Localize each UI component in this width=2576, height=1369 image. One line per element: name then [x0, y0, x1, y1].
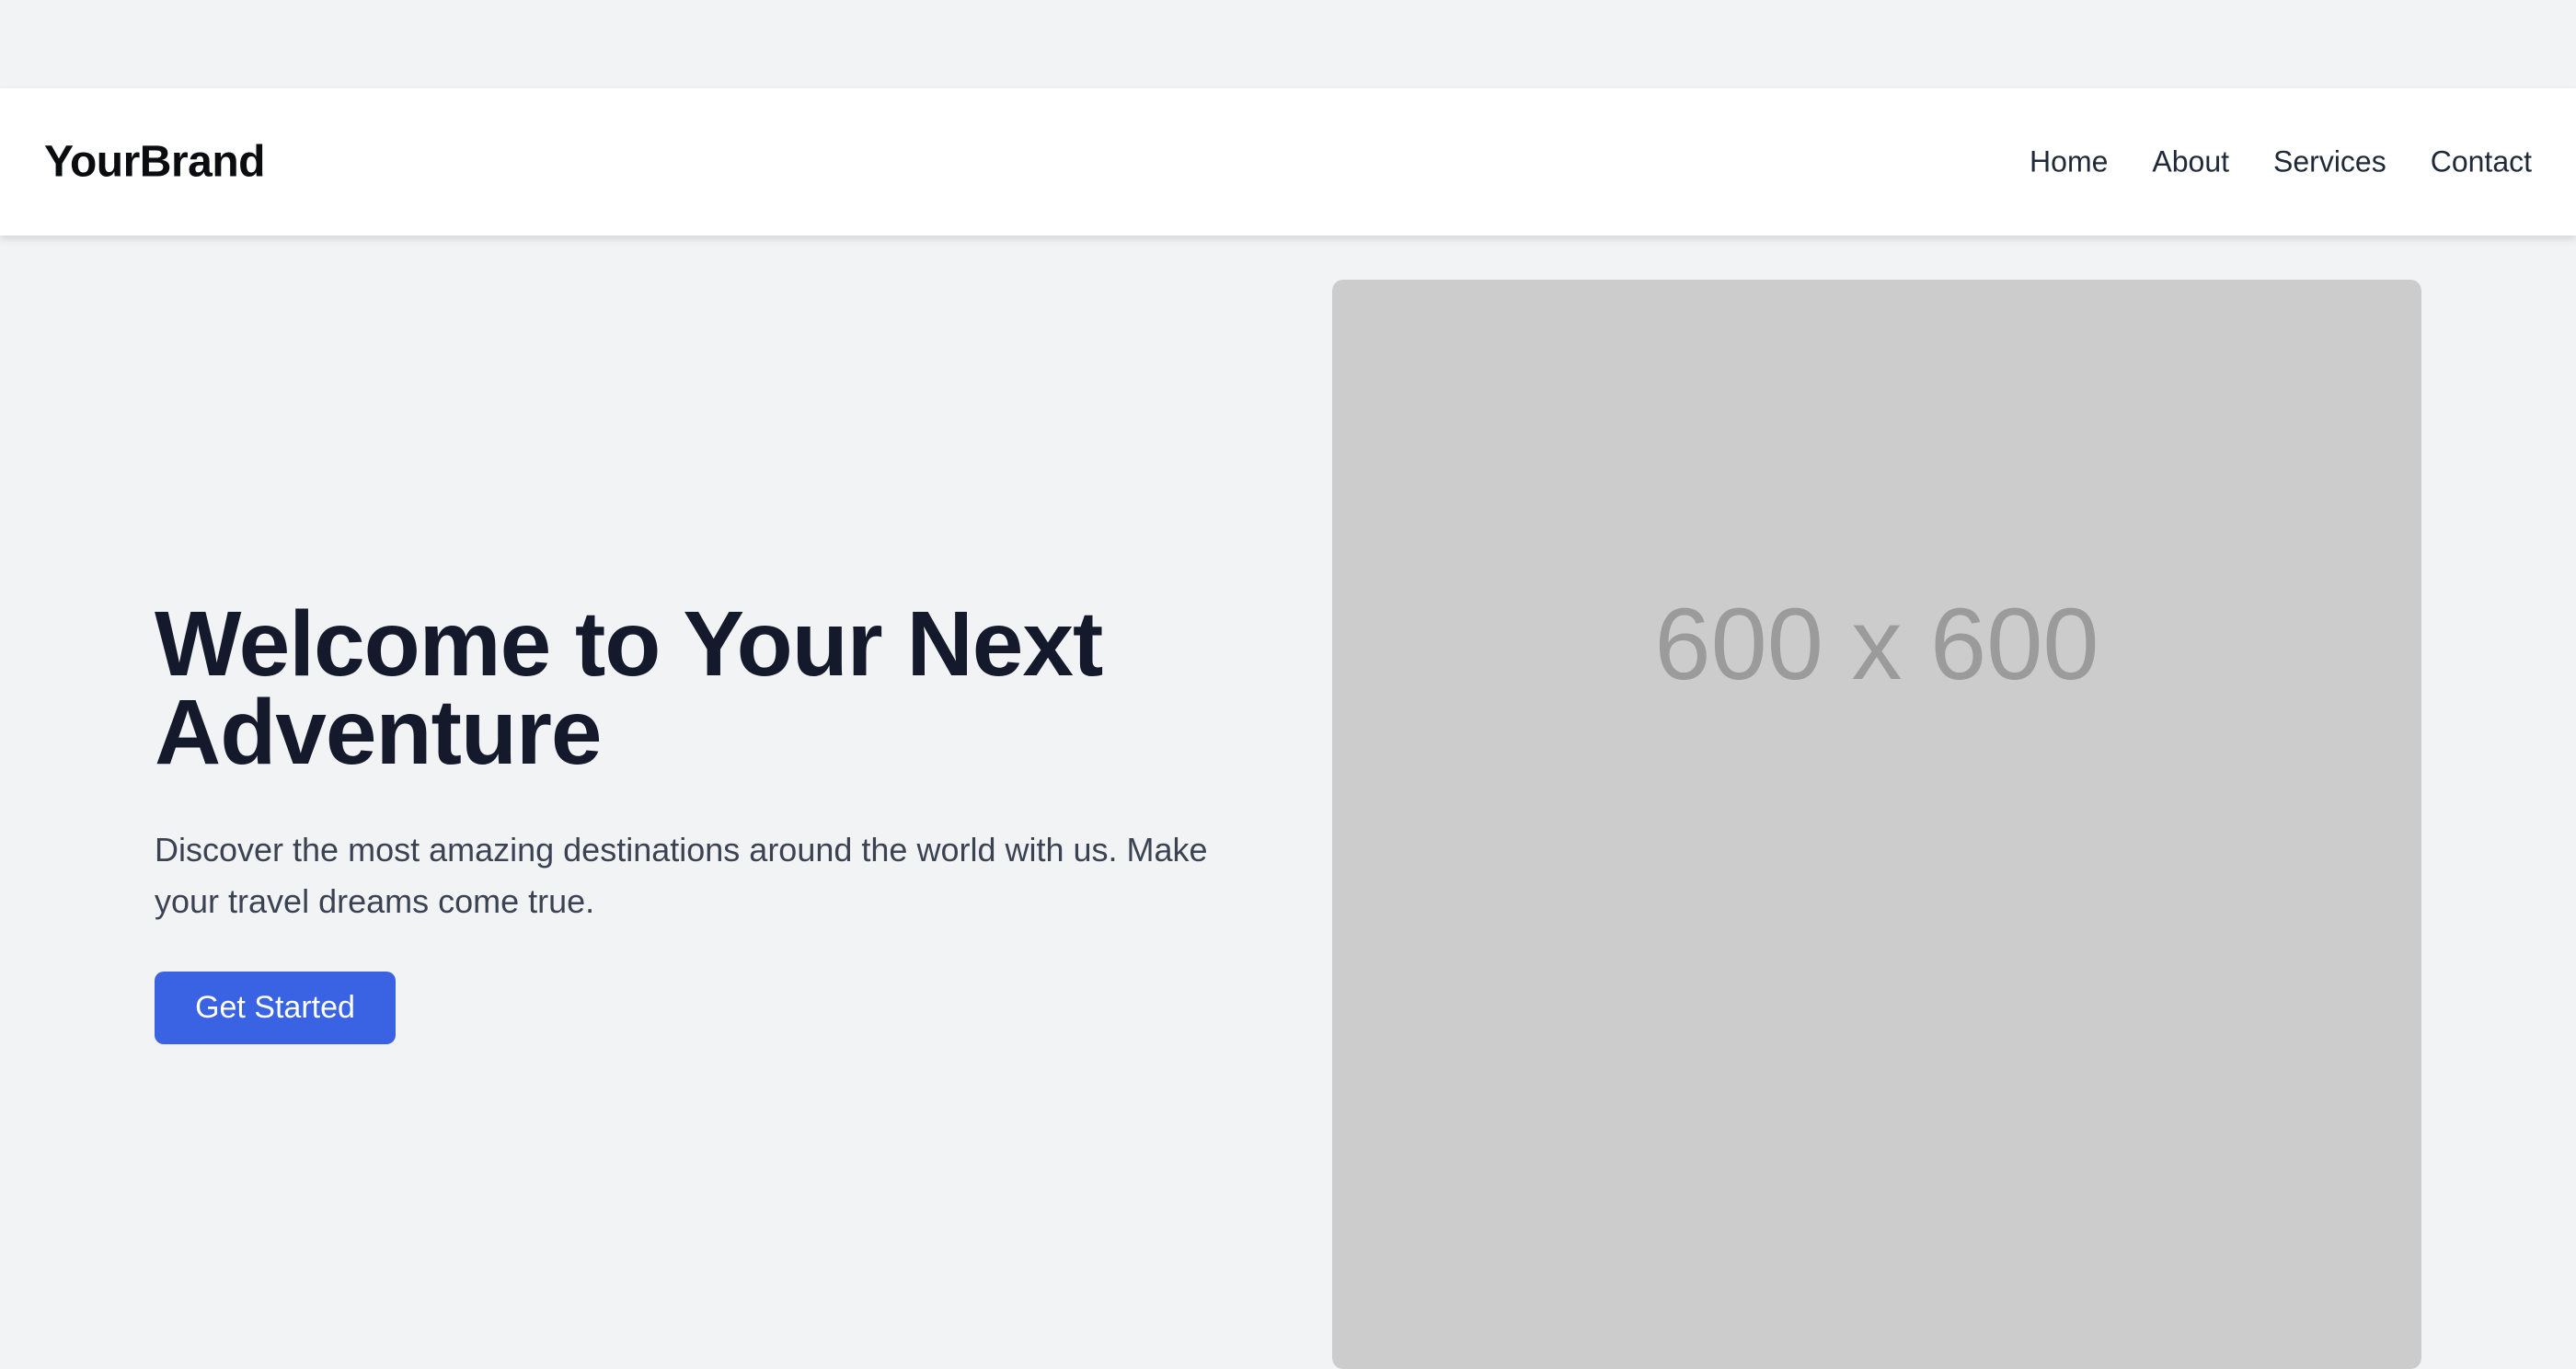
hero-title: Welcome to Your Next Adventure — [155, 592, 1103, 784]
brand-logo[interactable]: YourBrand — [44, 137, 265, 188]
navbar: YourBrand Home About Services Contact — [0, 88, 2576, 236]
placeholder-size-label: 600 x 600 — [1654, 587, 2099, 701]
get-started-button[interactable]: Get Started — [155, 972, 396, 1044]
nav-link-services[interactable]: Services — [2273, 145, 2386, 179]
nav-link-about[interactable]: About — [2152, 145, 2229, 179]
nav-link-home[interactable]: Home — [2030, 145, 2108, 179]
nav-link-contact[interactable]: Contact — [2431, 145, 2532, 179]
hero-subtitle: Discover the most amazing destinations a… — [155, 831, 1208, 920]
nav-menu: Home About Services Contact — [2030, 145, 2532, 179]
hero-image-placeholder: 600 x 600 — [1332, 280, 2421, 1369]
